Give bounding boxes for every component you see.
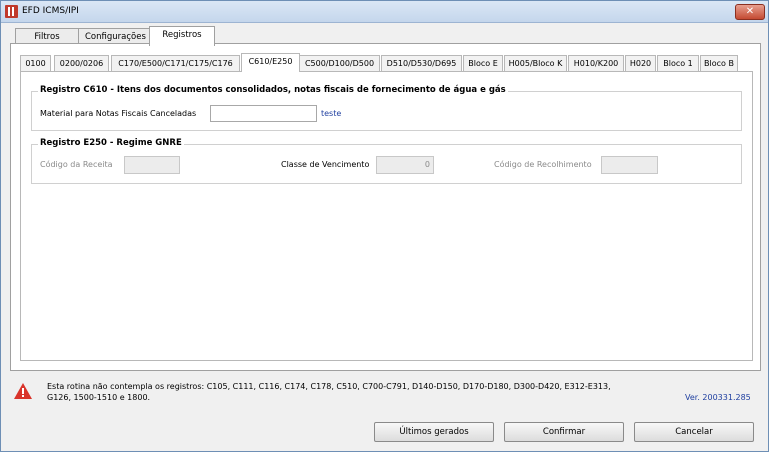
group-e250-title: Registro E250 - Regime GNRE [38,138,184,148]
subtab-bloco-e[interactable]: Bloco E [463,55,503,72]
codigo-recolhimento-input[interactable] [601,156,658,174]
codigo-receita-label: Código da Receita [40,160,113,169]
subtab-0200-0206[interactable]: 0200/0206 [54,55,109,72]
subtab-d510[interactable]: D510/D530/D695 [381,55,462,72]
version-label: Ver. 200331.285 [685,393,751,402]
subtab-c170[interactable]: C170/E500/C171/C175/C176 [111,55,240,72]
ultimos-gerados-button[interactable]: Últimos gerados [374,422,494,442]
subtab-c610-e250[interactable]: C610/E250 [241,53,300,72]
material-label: Material para Notas Fiscais Canceladas [40,109,197,118]
subtab-bloco-1[interactable]: Bloco 1 [657,55,699,72]
app-logo-icon [5,5,18,18]
cancelar-button[interactable]: Cancelar [634,422,754,442]
subtab-h010-k200[interactable]: H010/K200 [568,55,624,72]
classe-vencimento-input[interactable]: 0 [376,156,434,174]
main-window: EFD ICMS/IPI ✕ Filtros Configurações Reg… [0,0,769,452]
warning-line-1: Esta rotina não contempla os registros: … [47,382,611,391]
classe-vencimento-label: Classe de Vencimento [281,160,370,169]
subtab-c500[interactable]: C500/D100/D500 [299,55,380,72]
group-c610-title: Registro C610 - Itens dos documentos con… [38,85,508,95]
subtab-h005-bloco-k[interactable]: H005/Bloco K [504,55,567,72]
material-input[interactable] [210,105,317,122]
subtab-0100[interactable]: 0100 [20,55,51,72]
subtab-h020[interactable]: H020 [625,55,656,72]
warning-icon [14,383,32,399]
codigo-receita-input[interactable] [124,156,180,174]
warning-message: Esta rotina não contempla os registros: … [47,381,647,403]
warning-line-2: G126, 1500-1510 e 1800. [47,393,151,402]
close-button[interactable]: ✕ [735,4,765,20]
subtab-bloco-b[interactable]: Bloco B [700,55,738,72]
codigo-recolhimento-label: Código de Recolhimento [494,160,592,169]
title-bar: EFD ICMS/IPI ✕ [1,1,768,23]
teste-link[interactable]: teste [321,109,341,118]
confirmar-button[interactable]: Confirmar [504,422,624,442]
tab-registros[interactable]: Registros [149,26,215,46]
window-title: EFD ICMS/IPI [22,6,79,16]
